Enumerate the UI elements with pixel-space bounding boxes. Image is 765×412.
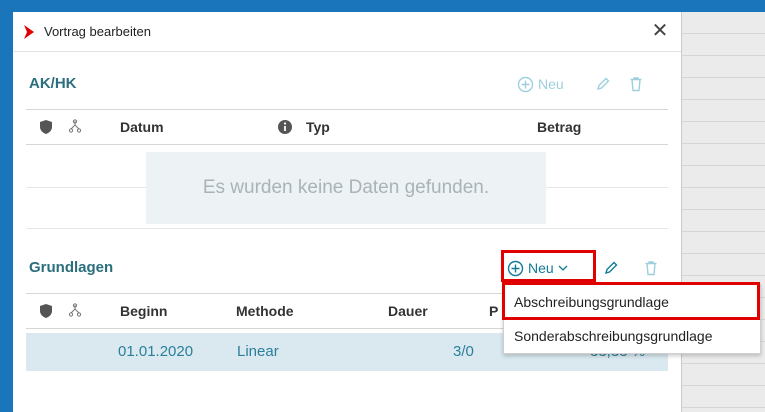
pencil-icon	[596, 77, 610, 91]
column-dauer[interactable]: Dauer	[388, 294, 428, 328]
chevron-right-icon	[24, 25, 34, 39]
dialog-title: Vortrag bearbeiten	[44, 24, 151, 39]
trash-icon	[630, 77, 642, 92]
close-button[interactable]: ✕	[649, 20, 671, 42]
akhk-section-header: AK/HK Neu	[13, 68, 681, 100]
pencil-icon	[604, 261, 618, 275]
dialog-titlebar: Vortrag bearbeiten ✕	[13, 12, 681, 52]
highlight-menu-item	[502, 282, 760, 320]
cell-dauer: 3/0	[453, 343, 474, 360]
plus-circle-icon	[517, 76, 534, 93]
akhk-new-button[interactable]: Neu	[517, 74, 564, 94]
info-icon	[278, 120, 292, 134]
column-beginn[interactable]: Beginn	[120, 294, 167, 328]
akhk-edit-button[interactable]	[595, 74, 611, 94]
akhk-new-label: Neu	[538, 76, 564, 92]
highlight-new-button	[501, 250, 596, 282]
grundlagen-edit-button[interactable]	[603, 258, 619, 278]
empty-message: Es wurden keine Daten gefunden.	[146, 152, 546, 224]
menu-item-sonderabschreibungsgrundlage[interactable]: Sonderabschreibungsgrundlage	[504, 319, 760, 353]
grundlagen-title: Grundlagen	[29, 259, 114, 276]
column-betrag[interactable]: Betrag	[537, 110, 581, 144]
hierarchy-icon	[68, 119, 82, 133]
akhk-delete-button[interactable]	[628, 74, 644, 94]
shield-icon	[40, 304, 52, 318]
empty-grid-line	[26, 228, 668, 229]
column-methode[interactable]: Methode	[236, 294, 294, 328]
shield-icon	[40, 120, 52, 134]
hierarchy-icon	[68, 303, 82, 317]
column-p[interactable]: P	[489, 294, 498, 328]
column-datum[interactable]: Datum	[120, 110, 164, 144]
trash-icon	[645, 261, 657, 276]
cell-beginn: 01.01.2020	[118, 343, 194, 360]
akhk-table-header: Datum Typ Betrag	[26, 109, 668, 145]
close-icon: ✕	[651, 20, 669, 42]
cell-methode: Linear	[237, 343, 279, 360]
grundlagen-delete-button[interactable]	[643, 258, 659, 278]
column-typ[interactable]: Typ	[306, 110, 330, 144]
akhk-title: AK/HK	[29, 75, 77, 92]
